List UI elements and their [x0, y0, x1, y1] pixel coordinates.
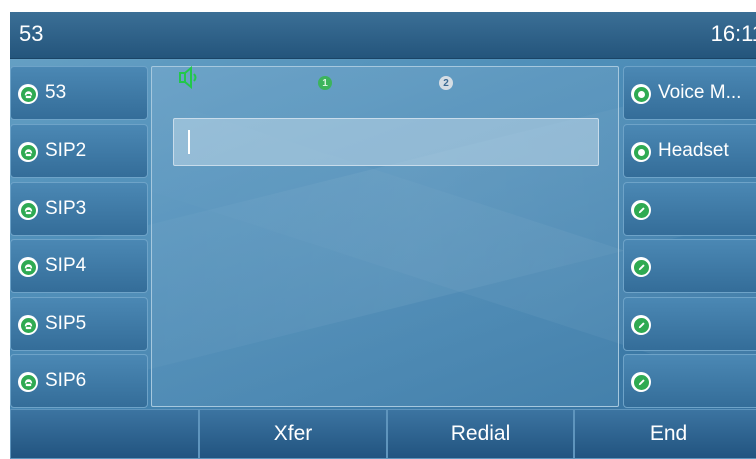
- radio-icon: [631, 142, 651, 162]
- line-key-label: 53: [45, 82, 67, 103]
- line-key-sip6[interactable]: SIP6: [10, 354, 148, 408]
- dsskey-label: Voice M...: [658, 82, 742, 103]
- dsskey-empty-4[interactable]: [623, 239, 756, 293]
- line-key-sip3[interactable]: SIP3: [10, 182, 148, 236]
- dial-input[interactable]: [173, 118, 599, 166]
- dsskey-empty-6[interactable]: [623, 354, 756, 408]
- title-bar: 53 16:11: [10, 12, 756, 59]
- phone-icon: [18, 257, 38, 277]
- softkey-redial[interactable]: Redial: [387, 409, 574, 459]
- edit-icon: [631, 315, 651, 335]
- line-indicator-1: 1: [318, 76, 332, 90]
- dsskey-label: Headset: [658, 140, 729, 161]
- line-indicator-2: 2: [439, 76, 453, 90]
- softkey-bar: Xfer Redial End: [10, 409, 756, 459]
- line-key-sip5[interactable]: SIP5: [10, 297, 148, 351]
- line-key-53[interactable]: 53: [10, 66, 148, 120]
- line-key-sip4[interactable]: SIP4: [10, 239, 148, 293]
- phone-icon: [18, 200, 38, 220]
- line-key-label: SIP6: [45, 370, 87, 391]
- dsskey-empty-3[interactable]: [623, 182, 756, 236]
- softkey-xfer[interactable]: Xfer: [199, 409, 387, 459]
- edit-icon: [631, 372, 651, 392]
- line-key-label: SIP3: [45, 198, 87, 219]
- dsskey-empty-5[interactable]: [623, 297, 756, 351]
- edit-icon: [631, 200, 651, 220]
- phone-screen: 53 16:11 53 SIP2 SIP3 SIP4 SIP5 SIP6 1 2: [10, 12, 756, 459]
- phone-icon: [18, 315, 38, 335]
- edit-icon: [631, 257, 651, 277]
- clock: 16:11: [710, 21, 756, 46]
- account-label: 53: [19, 21, 44, 46]
- softkey-end[interactable]: End: [574, 409, 756, 459]
- phone-icon: [18, 84, 38, 104]
- line-key-sip2[interactable]: SIP2: [10, 124, 148, 178]
- line-key-label: SIP5: [45, 313, 87, 334]
- dsskey-headset[interactable]: Headset: [623, 124, 756, 178]
- phone-icon: [18, 142, 38, 162]
- speaker-icon: [177, 65, 203, 96]
- line-key-label: SIP2: [45, 140, 87, 161]
- line-key-label: SIP4: [45, 255, 87, 276]
- softkey-1[interactable]: [10, 409, 199, 459]
- dial-panel: 1 2: [151, 65, 619, 407]
- text-cursor: [188, 130, 190, 154]
- phone-icon: [18, 372, 38, 392]
- radio-icon: [631, 84, 651, 104]
- dsskey-voice-mail[interactable]: Voice M...: [623, 66, 756, 120]
